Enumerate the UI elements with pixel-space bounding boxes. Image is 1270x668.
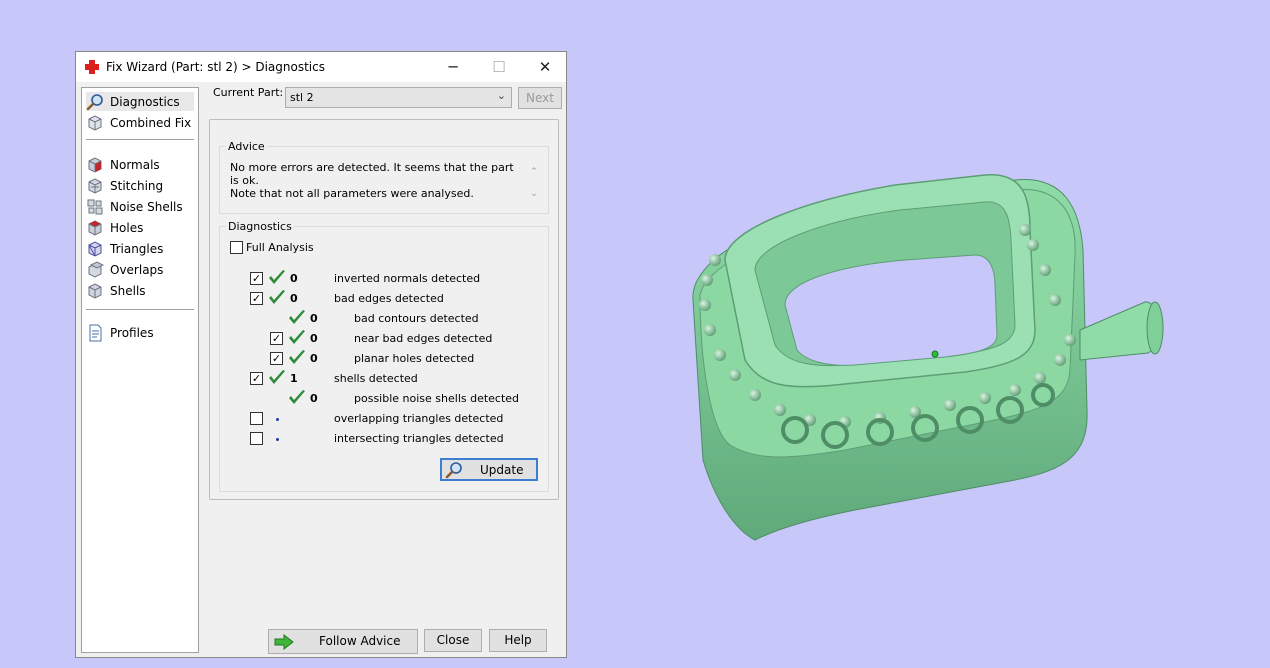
3d-model-viewport[interactable] (685, 160, 1170, 555)
magnifier-icon (445, 462, 462, 479)
follow-advice-label: Follow Advice (319, 634, 401, 648)
nav-label: Triangles (110, 242, 164, 256)
diagnostic-count: 0 (290, 272, 298, 285)
current-part-dropdown[interactable]: stl 2 ⌄ (285, 87, 512, 108)
diagnostic-checkbox[interactable]: ✓ (270, 332, 283, 345)
chevron-down-icon: ⌄ (496, 89, 506, 102)
pending-dot-icon (276, 438, 279, 441)
magnifier-icon (86, 94, 103, 111)
shells-cube-icon (88, 283, 102, 299)
diagnostic-count: 1 (290, 372, 298, 385)
diagnostic-label: planar holes detected (354, 352, 475, 365)
normals-cube-icon (88, 157, 102, 173)
green-check-icon (269, 370, 285, 384)
scroll-up-icon[interactable]: ⌃ (528, 161, 540, 183)
nav-item-triangles[interactable]: Triangles (86, 239, 194, 258)
nav-label: Holes (110, 221, 144, 235)
diagnostic-label: intersecting triangles detected (334, 432, 504, 445)
advice-title: Advice (226, 140, 267, 153)
pending-dot-icon (276, 418, 279, 421)
nav-label: Diagnostics (110, 95, 180, 109)
diagnostic-checkbox[interactable]: ✓ (250, 292, 263, 305)
nav-label: Normals (110, 158, 160, 172)
wizard-nav: Diagnostics Combined Fix Normals Stitchi… (81, 87, 199, 653)
full-analysis-checkbox[interactable] (230, 241, 243, 254)
nav-label: Shells (110, 284, 146, 298)
diagnostic-count: 0 (290, 292, 298, 305)
triangles-cube-icon (88, 241, 102, 257)
nav-item-stitching[interactable]: Stitching (86, 176, 194, 195)
diagnostic-checkbox[interactable]: ✓ (250, 272, 263, 285)
diagnostic-count: 0 (310, 352, 318, 365)
advice-line-2: Note that not all parameters were analys… (230, 187, 474, 200)
diagnostic-checkbox[interactable]: ✓ (250, 372, 263, 385)
maximize-button[interactable]: ☐ (476, 52, 522, 82)
follow-advice-button[interactable]: Follow Advice (268, 629, 418, 654)
profile-document-icon (89, 324, 102, 342)
green-check-icon (289, 390, 305, 404)
nav-item-holes[interactable]: Holes (86, 218, 194, 237)
nav-label: Overlaps (110, 263, 164, 277)
green-check-icon (289, 310, 305, 324)
diagnostic-label: inverted normals detected (334, 272, 481, 285)
update-label: Update (480, 463, 524, 477)
diagnostic-label: possible noise shells detected (354, 392, 520, 405)
nav-divider (86, 309, 194, 310)
nav-item-normals[interactable]: Normals (86, 155, 194, 174)
red-cross-icon (85, 60, 99, 74)
nav-divider (86, 139, 194, 140)
green-check-icon (289, 330, 305, 344)
help-button[interactable]: Help (489, 629, 547, 652)
main-panel: Advice No more errors are detected. It s… (209, 119, 559, 500)
diagnostic-label: near bad edges detected (354, 332, 493, 345)
advice-scrollbar[interactable]: ⌃ ⌄ (528, 161, 540, 207)
nav-item-profiles[interactable]: Profiles (86, 323, 194, 342)
diagnostic-checkbox[interactable] (250, 432, 263, 445)
nav-item-combined-fix[interactable]: Combined Fix (86, 113, 194, 132)
diagnostic-checkbox[interactable]: ✓ (270, 352, 283, 365)
nav-label: Noise Shells (110, 200, 183, 214)
nav-label: Stitching (110, 179, 164, 193)
fix-wizard-window: Fix Wizard (Part: stl 2) > Diagnostics ─… (75, 51, 567, 658)
diagnostic-count: 0 (310, 392, 318, 405)
window-title: Fix Wizard (Part: stl 2) > Diagnostics (106, 60, 325, 74)
cube-icon (88, 115, 102, 131)
close-window-button[interactable]: ✕ (522, 52, 568, 82)
nav-item-noise-shells[interactable]: Noise Shells (86, 197, 194, 216)
holes-cube-icon (88, 220, 102, 236)
green-check-icon (289, 350, 305, 364)
green-arrow-icon (274, 634, 294, 650)
diagnostic-checkbox[interactable] (250, 412, 263, 425)
diagnostic-label: shells detected (334, 372, 418, 385)
scroll-down-icon[interactable]: ⌄ (528, 183, 540, 205)
nav-label: Profiles (110, 326, 154, 340)
advice-line-1: No more errors are detected. It seems th… (230, 161, 514, 187)
noise-shells-icon (87, 199, 103, 215)
stitching-cube-icon (88, 178, 102, 194)
diagnostic-label: bad edges detected (334, 292, 444, 305)
advice-text: No more errors are detected. It seems th… (230, 161, 520, 200)
nav-label: Combined Fix (110, 116, 192, 130)
update-button[interactable]: Update (440, 458, 538, 481)
nav-item-diagnostics[interactable]: Diagnostics (86, 92, 194, 111)
diagnostics-title: Diagnostics (226, 220, 294, 233)
diagnostic-count: 0 (310, 312, 318, 325)
title-bar[interactable]: Fix Wizard (Part: stl 2) > Diagnostics ─… (76, 52, 566, 82)
next-button[interactable]: Next (518, 87, 562, 109)
green-check-icon (269, 290, 285, 304)
green-check-icon (269, 270, 285, 284)
diagnostics-group: Diagnostics Full Analysis ✓ 0 inverted nor… (219, 220, 549, 492)
nav-item-overlaps[interactable]: Overlaps (86, 260, 194, 279)
current-part-value: stl 2 (290, 91, 314, 104)
full-analysis-label: Full Analysis (246, 241, 314, 254)
close-button[interactable]: Close (424, 629, 482, 652)
diagnostic-count: 0 (310, 332, 318, 345)
diagnostic-label: bad contours detected (354, 312, 479, 325)
nav-item-shells[interactable]: Shells (86, 281, 194, 300)
overlaps-cube-icon (88, 261, 104, 278)
advice-group: Advice No more errors are detected. It s… (219, 140, 549, 214)
diagnostic-label: overlapping triangles detected (334, 412, 504, 425)
current-part-label: Current Part: (213, 86, 284, 99)
minimize-button[interactable]: ─ (430, 52, 476, 82)
